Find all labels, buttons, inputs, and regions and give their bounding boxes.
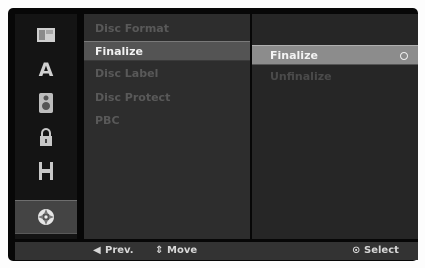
disc-menu-panel: Disc Format Finalize Disc Label Disc Pro… — [84, 14, 250, 239]
prev-left-arrow-icon: ◀ — [93, 245, 101, 256]
prev-label: Prev. — [105, 245, 134, 256]
submenu-item-unfinalize[interactable]: Unfinalize — [252, 67, 418, 87]
footer-bar: ◀ Prev. ⇕ Move ⊙ Select — [15, 242, 418, 260]
move-label: Move — [167, 245, 198, 256]
menu-item-disc-protect[interactable]: Disc Protect — [84, 88, 250, 108]
submenu-item-label: Finalize — [270, 49, 318, 62]
lock-icon[interactable] — [15, 120, 77, 154]
film-record-icon[interactable] — [15, 154, 77, 188]
submenu-item-finalize[interactable]: Finalize — [252, 45, 418, 65]
disc-settings-icon[interactable] — [15, 200, 77, 234]
disc-icon[interactable] — [15, 18, 77, 52]
setup-sidebar: A — [15, 14, 77, 239]
up-down-arrow-icon: ⇕ — [155, 245, 164, 256]
language-icon[interactable]: A — [15, 52, 77, 86]
audio-speaker-icon[interactable] — [15, 86, 77, 120]
menu-item-finalize[interactable]: Finalize — [84, 41, 250, 61]
menu-item-disc-label[interactable]: Disc Label — [84, 64, 250, 84]
ok-circle-icon — [400, 52, 408, 60]
submenu-panel: Finalize Unfinalize — [252, 14, 418, 239]
menu-item-disc-format[interactable]: Disc Format — [84, 19, 250, 39]
ok-circle-icon: ⊙ — [352, 245, 361, 256]
menu-item-pbc[interactable]: PBC — [84, 111, 250, 131]
select-label: Select — [364, 245, 399, 256]
svg-text:A: A — [39, 59, 54, 79]
